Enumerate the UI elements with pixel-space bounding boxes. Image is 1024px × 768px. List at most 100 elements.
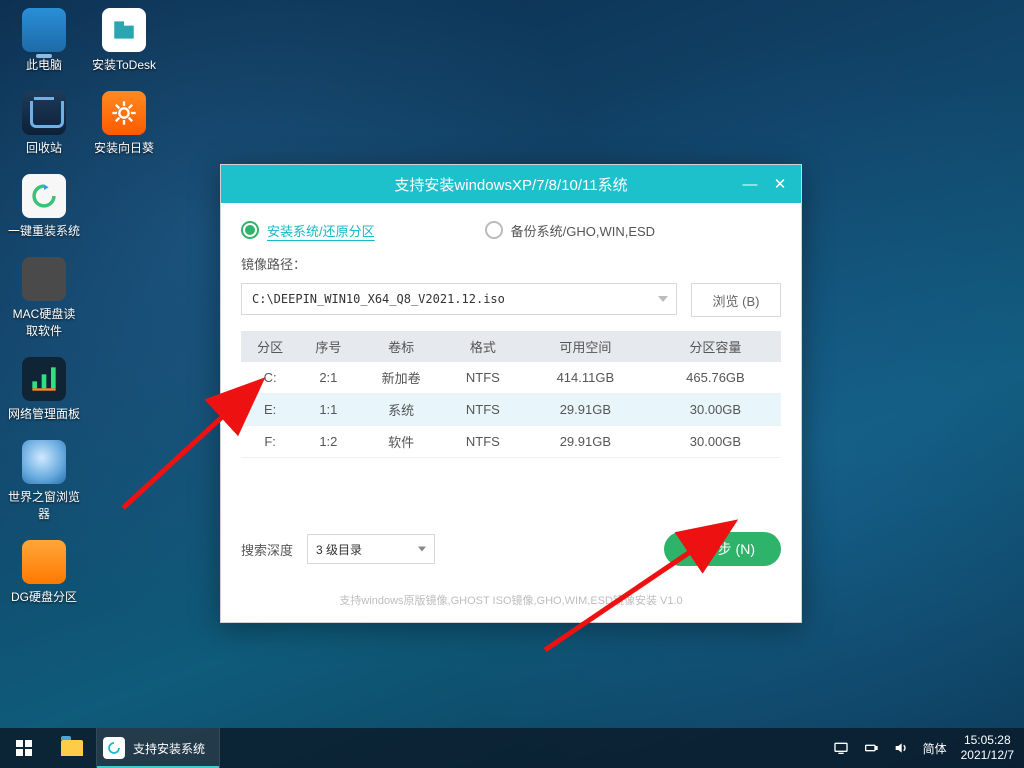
desktop-icon-label: 回收站 (8, 139, 80, 156)
tray-time: 15:05:28 (961, 733, 1014, 748)
table-cell: NTFS (445, 394, 521, 426)
table-cell: C: (241, 362, 299, 394)
table-cell: 414.11GB (521, 362, 650, 394)
th-free: 可用空间 (521, 331, 650, 362)
table-cell: 1:2 (299, 426, 357, 458)
table-cell: 29.91GB (521, 394, 650, 426)
desktop-icon-reinstall[interactable]: 一键重装系统 (8, 174, 80, 239)
tray-clock[interactable]: 15:05:28 2021/12/7 (961, 733, 1014, 763)
mode-backup-option[interactable]: 备份系统/GHO,WIN,ESD (485, 221, 655, 240)
tray-volume-icon[interactable] (893, 740, 909, 756)
th-label: 卷标 (358, 331, 445, 362)
desktop-icon-label: DG硬盘分区 (8, 588, 80, 605)
close-button[interactable]: ✕ (765, 165, 795, 203)
monitor-icon (22, 8, 66, 52)
desktop-icons: 此电脑 回收站 一键重装系统 MAC硬盘读取软件 网络管理面板 世界之窗浏览器 … (8, 8, 80, 623)
desktop-icon-browser[interactable]: 世界之窗浏览器 (8, 440, 80, 522)
desktop-icon-label: MAC硬盘读取软件 (8, 305, 80, 339)
mode-install-label: 安装系统/还原分区 (267, 224, 375, 239)
next-button[interactable]: 下一步 (N) (664, 532, 781, 566)
table-cell: 系统 (358, 394, 445, 426)
search-depth-label: 搜索深度 (241, 540, 293, 559)
sunflower-icon (102, 91, 146, 135)
search-depth-value: 3 级目录 (316, 541, 362, 558)
radio-icon (485, 221, 503, 239)
image-path-label: 镜像路径： (241, 254, 781, 273)
table-cell: F: (241, 426, 299, 458)
table-header-row: 分区 序号 卷标 格式 可用空间 分区容量 (241, 331, 781, 362)
desktop-icon-label: 安装向日葵 (88, 139, 160, 156)
installer-app-icon (103, 737, 125, 759)
table-row[interactable]: F:1:2软件NTFS29.91GB30.00GB (241, 426, 781, 458)
recycle-icon (22, 91, 66, 135)
chevron-down-icon (418, 547, 426, 552)
desktop-icon-label: 世界之窗浏览器 (8, 488, 80, 522)
tray-display-icon[interactable] (833, 740, 849, 756)
chevron-down-icon (658, 296, 668, 302)
table-cell: 465.76GB (650, 362, 781, 394)
table-cell: NTFS (445, 362, 521, 394)
titlebar[interactable]: 支持安装windowsXP/7/8/10/11系统 ― ✕ (221, 165, 801, 203)
desktop-icon-label: 一键重装系统 (8, 222, 80, 239)
table-cell: 2:1 (299, 362, 357, 394)
desktop-icon-sunflower[interactable]: 安装向日葵 (88, 91, 160, 156)
next-label: 下一步 (N) (690, 539, 755, 559)
table-row[interactable]: C:2:1新加卷NTFS414.11GB465.76GB (241, 362, 781, 394)
mode-install-option[interactable]: 安装系统/还原分区 (241, 221, 375, 240)
table-cell: 软件 (358, 426, 445, 458)
mode-backup-label: 备份系统/GHO,WIN,ESD (511, 224, 655, 239)
tray-date: 2021/12/7 (961, 748, 1014, 763)
image-path-dropdown[interactable]: C:\DEEPIN_WIN10_X64_Q8_V2021.12.iso (241, 283, 677, 315)
file-explorer-button[interactable] (48, 728, 96, 768)
table-cell: 30.00GB (650, 394, 781, 426)
reinstall-icon (22, 174, 66, 218)
th-format: 格式 (445, 331, 521, 362)
partition-table: 分区 序号 卷标 格式 可用空间 分区容量 C:2:1新加卷NTFS414.11… (241, 331, 781, 458)
folder-icon (61, 740, 83, 756)
system-tray: 简体 15:05:28 2021/12/7 (833, 733, 1024, 763)
start-button[interactable] (0, 728, 48, 768)
installer-window: 支持安装windowsXP/7/8/10/11系统 ― ✕ 安装系统/还原分区 … (220, 164, 802, 623)
table-cell: NTFS (445, 426, 521, 458)
radio-selected-icon (241, 221, 259, 239)
browse-label: 浏览 (B) (713, 291, 760, 310)
netpanel-icon (22, 357, 66, 401)
browse-button[interactable]: 浏览 (B) (691, 283, 781, 317)
th-total: 分区容量 (650, 331, 781, 362)
desktop-icon-thispc[interactable]: 此电脑 (8, 8, 80, 73)
window-title: 支持安装windowsXP/7/8/10/11系统 (394, 174, 627, 195)
table-cell: 29.91GB (521, 426, 650, 458)
minimize-icon: ― (743, 176, 758, 193)
th-partition: 分区 (241, 331, 299, 362)
tray-ime[interactable]: 简体 (923, 740, 947, 757)
desktop-icon-dg[interactable]: DG硬盘分区 (8, 540, 80, 605)
image-path-value: C:\DEEPIN_WIN10_X64_Q8_V2021.12.iso (252, 292, 505, 306)
todesk-icon (102, 8, 146, 52)
dg-icon (22, 540, 66, 584)
table-cell: E: (241, 394, 299, 426)
globe-icon (22, 440, 66, 484)
desktop-icon-label: 此电脑 (8, 56, 80, 73)
taskbar: 支持安装系统 简体 15:05:28 2021/12/7 (0, 728, 1024, 768)
desktop-icon-netpanel[interactable]: 网络管理面板 (8, 357, 80, 422)
desktop-icon-macdisk[interactable]: MAC硬盘读取软件 (8, 257, 80, 339)
table-cell: 1:1 (299, 394, 357, 426)
apple-icon (22, 257, 66, 301)
table-cell: 新加卷 (358, 362, 445, 394)
taskbar-app-label: 支持安装系统 (133, 740, 205, 757)
tray-battery-icon[interactable] (863, 740, 879, 756)
minimize-button[interactable]: ― (735, 165, 765, 203)
search-depth-select[interactable]: 3 级目录 (307, 534, 435, 564)
desktop-icons-col2: 安装ToDesk 安装向日葵 (88, 8, 160, 174)
desktop-icon-label: 安装ToDesk (88, 56, 160, 73)
desktop-icon-todesk[interactable]: 安装ToDesk (88, 8, 160, 73)
close-icon: ✕ (774, 175, 787, 193)
desktop-icon-recycle[interactable]: 回收站 (8, 91, 80, 156)
windows-icon (16, 740, 32, 756)
desktop-icon-label: 网络管理面板 (8, 405, 80, 422)
taskbar-app-installer[interactable]: 支持安装系统 (96, 728, 220, 768)
table-row[interactable]: E:1:1系统NTFS29.91GB30.00GB (241, 394, 781, 426)
th-index: 序号 (299, 331, 357, 362)
table-cell: 30.00GB (650, 426, 781, 458)
footnote: 支持windows原版镜像,GHOST ISO镜像,GHO,WIM,ESD镜像安… (241, 592, 781, 608)
